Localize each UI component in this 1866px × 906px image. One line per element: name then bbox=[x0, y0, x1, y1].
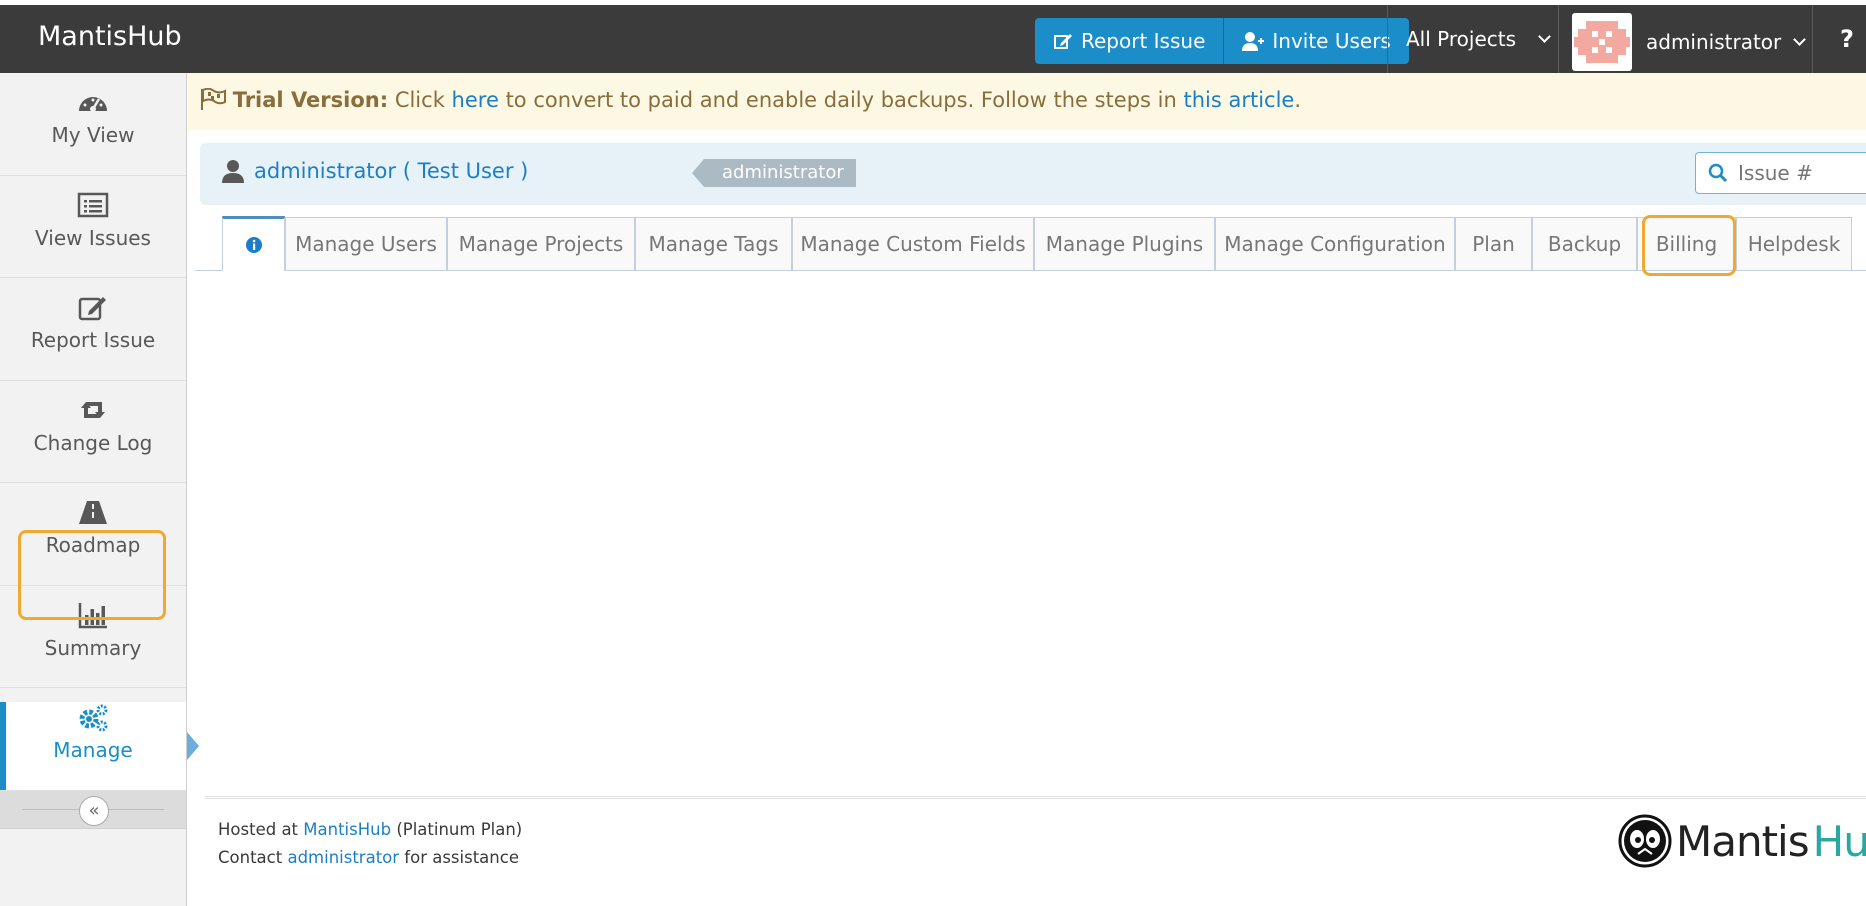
trial-convert-link[interactable]: here bbox=[452, 88, 499, 112]
footer-admin-link[interactable]: administrator bbox=[287, 848, 399, 867]
breadcrumb-user[interactable]: administrator ( Test User ) bbox=[222, 159, 528, 183]
footer-mantishub-link[interactable]: MantisHub bbox=[303, 820, 391, 839]
navbar-divider bbox=[1812, 5, 1813, 73]
sidebar-item-label: View Issues bbox=[35, 225, 151, 250]
sidebar-item-report-issue[interactable]: Report Issue bbox=[0, 292, 186, 381]
sidebar-item-label: Summary bbox=[44, 635, 142, 660]
footer-contact: Contact administrator for assistance bbox=[218, 844, 522, 872]
navbar-divider bbox=[1558, 5, 1559, 73]
sidebar: My View View Issues Report Issue Change … bbox=[0, 73, 199, 906]
issue-search bbox=[1695, 152, 1866, 194]
footer-text: for assistance bbox=[404, 848, 519, 867]
user-name: administrator bbox=[1646, 30, 1782, 54]
sidebar-item-label: Manage bbox=[53, 738, 133, 762]
issue-search-input[interactable] bbox=[1738, 161, 1858, 185]
footer-text: (Platinum Plan) bbox=[396, 820, 523, 839]
mantis-logo-icon bbox=[1618, 814, 1672, 868]
tab-manage-custom-fields[interactable]: Manage Custom Fields bbox=[792, 217, 1034, 270]
sidebar-item-my-view[interactable]: My View bbox=[0, 87, 186, 176]
navbar: MantisHub Report Issue Invite Users All … bbox=[0, 5, 1866, 73]
edit-icon bbox=[78, 297, 106, 321]
sidebar-item-label: Change Log bbox=[33, 430, 153, 455]
footer: Hosted at MantisHub (Platinum Plan) Cont… bbox=[218, 816, 522, 872]
trial-banner: Trial Version: Click here to convert to … bbox=[188, 73, 1866, 130]
invite-users-button[interactable]: Invite Users bbox=[1224, 18, 1409, 64]
breadcrumb: administrator ( Test User ) administrato… bbox=[200, 143, 1866, 205]
tab-backup[interactable]: Backup bbox=[1532, 217, 1637, 270]
info-icon bbox=[245, 237, 262, 253]
sidebar-item-label: Report Issue bbox=[30, 328, 156, 352]
trial-article-link[interactable]: this article bbox=[1183, 88, 1294, 112]
trial-text: Click bbox=[394, 88, 445, 112]
project-selector[interactable]: All Projects bbox=[1406, 27, 1551, 51]
logo-text-hub: Hub bbox=[1812, 816, 1866, 866]
sidebar-collapse-button[interactable]: « bbox=[79, 795, 109, 826]
navbar-actions: Report Issue Invite Users bbox=[1035, 18, 1409, 64]
highlight-manage bbox=[18, 530, 166, 620]
user-icon bbox=[222, 160, 244, 183]
flag-icon bbox=[201, 87, 226, 110]
edit-icon bbox=[1054, 34, 1072, 49]
tab-manage-projects[interactable]: Manage Projects bbox=[447, 217, 635, 270]
sidebar-collapse-row: « bbox=[0, 790, 186, 829]
report-issue-button[interactable]: Report Issue bbox=[1035, 18, 1225, 64]
list-icon bbox=[77, 192, 109, 217]
tab-helpdesk[interactable]: Helpdesk bbox=[1736, 217, 1852, 270]
navbar-divider bbox=[1387, 5, 1388, 73]
footer-hosted: Hosted at MantisHub (Platinum Plan) bbox=[218, 816, 522, 844]
project-selector-label: All Projects bbox=[1406, 27, 1516, 51]
sidebar-item-view-issues[interactable]: View Issues bbox=[0, 190, 186, 278]
avatar bbox=[1572, 13, 1632, 71]
tab-manage-users[interactable]: Manage Users bbox=[285, 217, 447, 270]
tab-manage-configuration[interactable]: Manage Configuration bbox=[1215, 217, 1455, 270]
search-icon bbox=[1708, 163, 1728, 183]
invite-users-label: Invite Users bbox=[1272, 29, 1391, 53]
sidebar-item-manage[interactable]: Manage bbox=[0, 702, 199, 791]
footer-text: Hosted at bbox=[218, 820, 299, 839]
manage-tabs: Manage Users Manage Projects Manage Tags… bbox=[195, 216, 1866, 271]
logo-text-mantis: Mantis bbox=[1676, 816, 1810, 866]
chevron-down-icon bbox=[1793, 33, 1807, 46]
footer-divider bbox=[205, 796, 1866, 799]
gears-icon bbox=[79, 704, 108, 732]
footer-logo[interactable]: MantisHub bbox=[1618, 814, 1866, 868]
footer-text: Contact bbox=[218, 848, 283, 867]
retweet-icon bbox=[81, 401, 105, 418]
user-plus-icon bbox=[1242, 32, 1265, 51]
chevron-down-icon bbox=[1538, 30, 1551, 43]
road-icon bbox=[79, 501, 107, 524]
breadcrumb-user-label: administrator ( Test User ) bbox=[254, 159, 529, 183]
trial-title: Trial Version: bbox=[232, 88, 389, 112]
trial-text: . bbox=[1294, 88, 1302, 112]
tab-plan[interactable]: Plan bbox=[1455, 217, 1532, 270]
role-badge: administrator bbox=[692, 159, 856, 187]
sidebar-item-change-log[interactable]: Change Log bbox=[0, 395, 186, 483]
help-button[interactable]: ? bbox=[1840, 25, 1854, 53]
tab-manage-plugins[interactable]: Manage Plugins bbox=[1034, 217, 1215, 270]
trial-text: to convert to paid and enable daily back… bbox=[505, 88, 1177, 112]
sidebar-item-label: My View bbox=[51, 123, 135, 147]
user-menu[interactable]: administrator bbox=[1572, 13, 1807, 71]
dashboard-icon bbox=[79, 97, 107, 112]
tab-manage-tags[interactable]: Manage Tags bbox=[635, 217, 792, 270]
brand-logo[interactable]: MantisHub bbox=[38, 21, 182, 52]
highlight-billing bbox=[1642, 215, 1736, 276]
tab-info[interactable] bbox=[222, 216, 285, 271]
report-issue-label: Report Issue bbox=[1081, 29, 1206, 53]
